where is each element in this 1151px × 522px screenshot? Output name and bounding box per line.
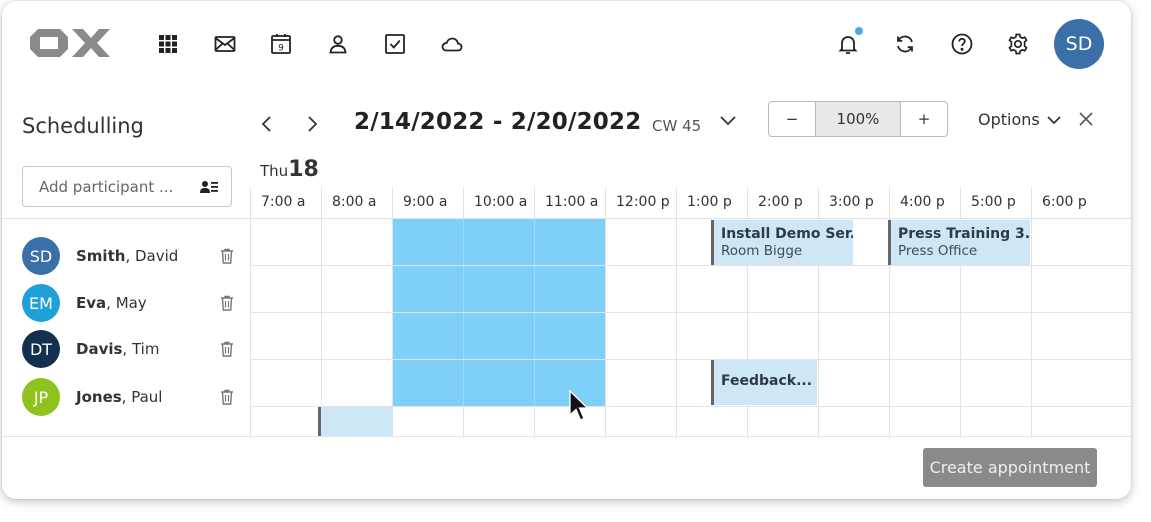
- add-participant-field: [22, 166, 232, 207]
- participant-row: DT Davis, Tim: [22, 329, 233, 369]
- appointment-title: Feedback...: [721, 373, 813, 389]
- options-dropdown[interactable]: Options: [978, 110, 1062, 129]
- trash-icon[interactable]: [220, 248, 234, 264]
- hour-label: 8:00 a: [332, 194, 377, 210]
- add-participant-input[interactable]: [37, 177, 201, 197]
- participant-row: SD Smith, David: [22, 236, 233, 276]
- day-name: Thu: [260, 162, 289, 180]
- hour-label: 11:00 a: [545, 194, 599, 210]
- date-range: 2/14/2022 - 2/20/2022: [354, 109, 642, 135]
- settings-gear-icon[interactable]: [1005, 31, 1031, 57]
- grid-line: [463, 406, 464, 437]
- notifications-bell-icon[interactable]: [835, 27, 863, 57]
- hour-label: 10:00 a: [474, 194, 528, 210]
- participant-avatar: JP: [22, 378, 60, 416]
- grid-line: [2, 436, 1131, 437]
- hour-label: 3:00 p: [829, 194, 874, 210]
- hour-label: 4:00 p: [900, 194, 945, 210]
- chevron-down-icon: [1047, 115, 1061, 124]
- appointment-title: Press Training 3...: [898, 226, 1030, 242]
- grid-line: [534, 187, 535, 218]
- hour-label: 5:00 p: [971, 194, 1016, 210]
- trash-icon[interactable]: [220, 295, 234, 311]
- zoom-in-button[interactable]: +: [901, 102, 947, 136]
- participant-row: EM Eva, May: [22, 283, 233, 323]
- participant-avatar: EM: [22, 284, 60, 322]
- previous-week-button[interactable]: [254, 109, 280, 139]
- calendar-icon-day: 9: [278, 44, 284, 54]
- trash-icon[interactable]: [220, 389, 234, 405]
- contacts-icon[interactable]: [325, 31, 351, 57]
- mouse-cursor-icon: [569, 389, 590, 421]
- calendar-icon[interactable]: 9: [268, 31, 294, 57]
- grid-line: [250, 265, 1131, 266]
- close-icon[interactable]: [1076, 109, 1096, 129]
- hour-label: 1:00 p: [687, 194, 732, 210]
- trash-icon[interactable]: [220, 341, 234, 357]
- page-title: Schedulling: [22, 114, 144, 138]
- scheduling-window: 9 SD Schedulling 2/14/2022 - 2/20/2022 C…: [2, 1, 1131, 499]
- hour-label: 6:00 p: [1042, 194, 1087, 210]
- participant-name: Smith, David: [76, 247, 179, 265]
- mail-icon[interactable]: [212, 31, 238, 57]
- tasks-icon[interactable]: [382, 31, 408, 57]
- appointment-block[interactable]: Install Demo Ser... Room Bigge: [711, 220, 853, 265]
- drive-cloud-icon[interactable]: [439, 31, 465, 57]
- appointment-block[interactable]: Press Training 3... Press Office: [888, 220, 1030, 265]
- options-label: Options: [978, 110, 1040, 129]
- appointment-block[interactable]: [318, 407, 393, 436]
- hour-label: 2:00 p: [758, 194, 803, 210]
- column-divider: [250, 187, 251, 437]
- apps-grid-icon[interactable]: [155, 31, 181, 57]
- participant-name: Eva, May: [76, 294, 147, 312]
- participant-avatar: SD: [22, 237, 60, 275]
- next-week-button[interactable]: [299, 109, 325, 139]
- participant-row: JP Jones, Paul: [22, 377, 233, 417]
- calendar-week: CW 45: [652, 117, 702, 135]
- ox-logo: [30, 29, 110, 57]
- hour-label: 7:00 a: [261, 194, 306, 210]
- participant-name: Jones, Paul: [76, 388, 163, 406]
- create-appointment-button[interactable]: Create appointment: [923, 448, 1097, 487]
- grid-line: [463, 187, 464, 218]
- appointment-location: Press Office: [898, 243, 978, 259]
- grid-line: [2, 218, 1131, 219]
- zoom-control: − 100% +: [768, 101, 948, 137]
- notification-dot: [855, 27, 863, 35]
- chevron-left-icon: [261, 116, 271, 132]
- participant-avatar: DT: [22, 330, 60, 368]
- zoom-level: 100%: [815, 102, 901, 136]
- user-avatar[interactable]: SD: [1054, 19, 1104, 69]
- hour-label: 9:00 a: [403, 194, 448, 210]
- hour-label: 12:00 p: [616, 194, 670, 210]
- grid-line: [534, 406, 535, 437]
- appointment-block[interactable]: Feedback...: [711, 360, 817, 405]
- address-book-icon[interactable]: [199, 178, 219, 196]
- participant-name: Davis, Tim: [76, 340, 160, 358]
- chevron-down-icon[interactable]: [718, 111, 738, 131]
- day-label: Thu18: [260, 157, 319, 182]
- appointment-location: Room Bigge: [721, 243, 803, 259]
- appointment-title: Install Demo Ser...: [721, 226, 853, 242]
- day-number: 18: [288, 157, 319, 182]
- grid-line: [250, 359, 1131, 360]
- timeline-grid[interactable]: 7:00 a 8:00 a 9:00 a 10:00 a 11:00 a 12:…: [2, 187, 1131, 437]
- zoom-out-button[interactable]: −: [769, 102, 815, 136]
- refresh-icon[interactable]: [892, 31, 918, 57]
- grid-line: [250, 312, 1131, 313]
- chevron-right-icon: [308, 116, 318, 132]
- help-icon[interactable]: [949, 31, 975, 57]
